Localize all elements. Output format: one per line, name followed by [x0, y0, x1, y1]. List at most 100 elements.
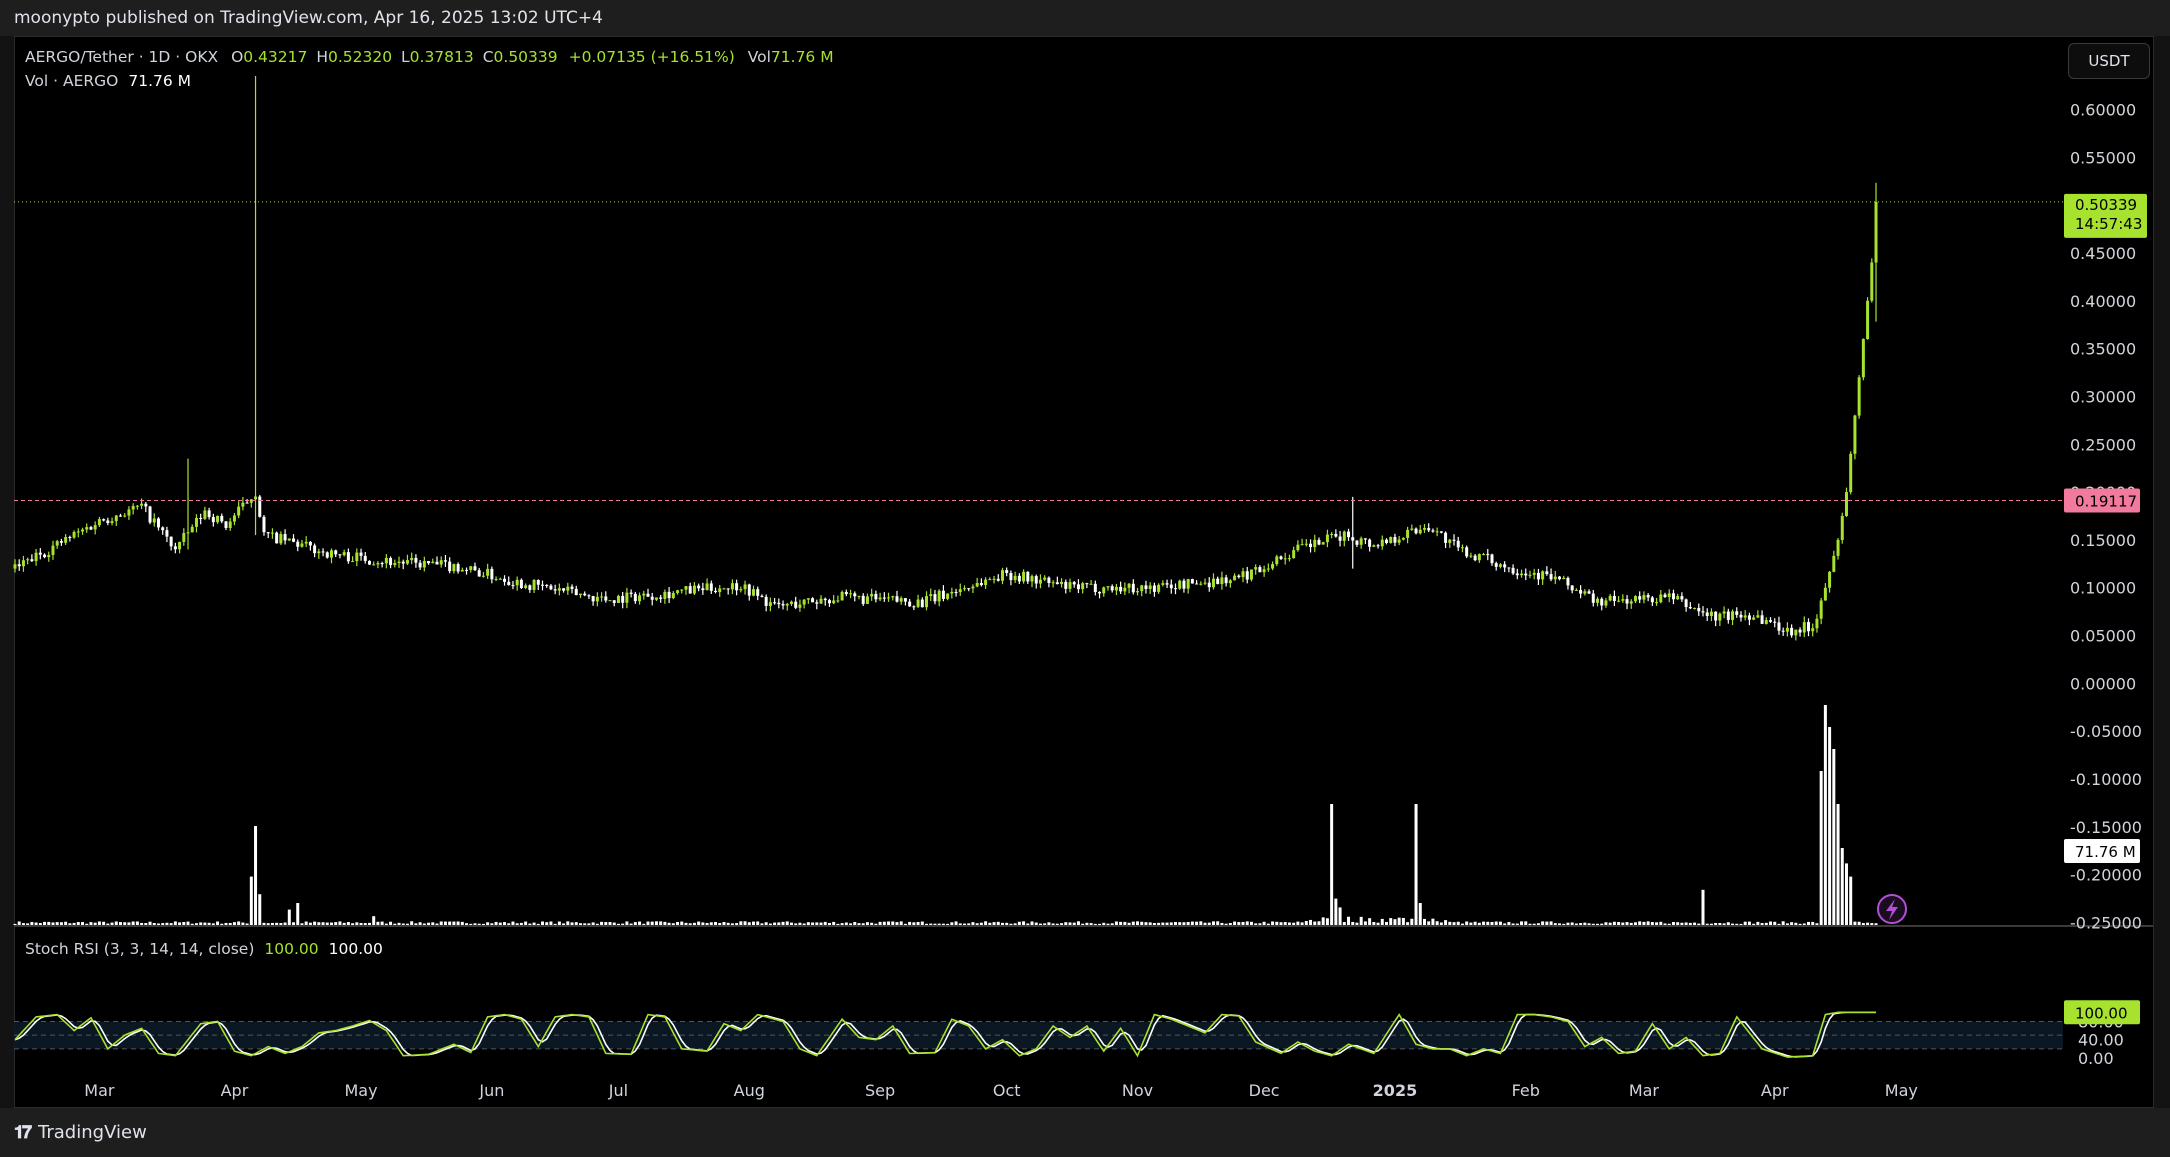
volume-bar: [1840, 848, 1844, 925]
volume-bar: [1195, 921, 1199, 925]
volume-bar: [1558, 923, 1562, 925]
volume-bar: [570, 922, 574, 925]
volume-bar: [1245, 921, 1249, 925]
price-tick-label: 0.45000: [2070, 244, 2136, 263]
candle-body: [359, 552, 363, 556]
volume-bar: [832, 921, 836, 925]
volume-bar: [165, 922, 169, 925]
volume-bar: [1574, 923, 1578, 925]
volume-bar: [642, 923, 646, 925]
volume-bar: [1857, 921, 1861, 925]
volume-bar: [1368, 918, 1372, 925]
candle-body: [1005, 570, 1009, 573]
candle-body: [292, 538, 296, 542]
volume-bar: [1013, 923, 1017, 925]
tradingview-logo-icon: 𝟏𝟕: [14, 1122, 32, 1143]
volume-bar: [81, 922, 85, 925]
candle-body: [1157, 584, 1161, 592]
candle-body: [1853, 415, 1857, 454]
volume-bar: [1781, 921, 1785, 925]
volume-bar: [1494, 921, 1498, 925]
candle-body: [1119, 586, 1123, 592]
volume-bar: [1667, 923, 1671, 925]
candle-body: [979, 582, 983, 586]
candle-body: [519, 579, 523, 589]
candle-body: [1186, 579, 1190, 589]
volume-bar: [971, 922, 975, 925]
candle-body: [1524, 573, 1528, 576]
volume-bar: [123, 922, 127, 925]
candle-body: [211, 517, 215, 523]
candle-body: [1507, 567, 1511, 569]
volume-bar: [718, 923, 722, 925]
candle-body: [507, 581, 511, 586]
candle-body: [701, 588, 705, 591]
candles: [13, 75, 1878, 641]
price-chart[interactable]: 0.600000.550000.500000.450000.400000.350…: [0, 0, 2170, 1157]
volume-bar: [389, 921, 393, 925]
candle-body: [984, 579, 988, 586]
candle-body: [638, 595, 642, 602]
volume-bar: [857, 923, 861, 925]
volume-bar: [477, 923, 481, 925]
volume-bar: [722, 921, 726, 925]
candle-body: [1608, 595, 1612, 601]
volume-bar: [1397, 917, 1401, 925]
time-axis: Mar Apr May Jun Jul Aug Sep Oct Nov Dec 2025 Feb Mar…: [84, 1081, 1918, 1100]
volume-bar: [1811, 921, 1815, 925]
volume-bar: [1490, 921, 1494, 925]
candle-body: [975, 582, 979, 587]
candle-body: [1431, 530, 1435, 532]
volume-bar: [55, 922, 59, 925]
currency-button[interactable]: USDT: [2068, 43, 2150, 79]
volume-bar: [937, 923, 941, 925]
candle-body: [127, 509, 131, 516]
volume-bar: [1355, 922, 1359, 925]
candle-body: [1823, 587, 1827, 601]
volume-bar: [1026, 923, 1030, 925]
candle-body: [1456, 540, 1460, 548]
volume-bar: [1460, 923, 1464, 925]
volume-bar: [1655, 922, 1659, 925]
candle-body: [785, 603, 789, 606]
volume-bar: [667, 922, 671, 925]
candle-body: [1747, 615, 1751, 620]
candle-body: [1625, 599, 1629, 604]
volume-bar: [1224, 923, 1228, 925]
volume-bar: [13, 923, 17, 925]
candle-body: [1060, 581, 1064, 585]
volume-bar: [933, 923, 937, 925]
tradingview-brand[interactable]: 𝟏𝟕 TradingView: [14, 1122, 147, 1143]
candle-body: [325, 552, 329, 558]
volume-bar: [127, 922, 131, 925]
candle-body: [418, 562, 422, 568]
candle-body: [1380, 539, 1384, 547]
candle-body: [1363, 538, 1367, 540]
candle-body: [460, 569, 464, 572]
volume-bar: [532, 922, 536, 925]
candle-body: [583, 593, 587, 596]
candle-body: [1731, 611, 1735, 620]
candle-body: [578, 593, 582, 596]
candle-body: [1477, 554, 1481, 561]
volume-bar: [1612, 921, 1616, 925]
candle-body: [85, 527, 89, 530]
volume-bar: [1334, 898, 1338, 925]
volume-bar: [308, 922, 312, 925]
candle-body: [1832, 555, 1836, 572]
candle-body: [178, 541, 182, 550]
volume-bar: [414, 923, 418, 925]
volume-bar: [1393, 919, 1397, 925]
volume-bar: [1503, 923, 1507, 925]
candle-body: [1359, 538, 1363, 545]
candle-body: [1309, 543, 1313, 548]
candle-body: [1258, 567, 1262, 573]
candle-body: [1114, 586, 1118, 591]
candle-body: [1051, 582, 1055, 584]
change-value: +0.07135 (+16.51%): [568, 48, 735, 66]
candle-body: [625, 592, 629, 603]
volume-bar: [714, 921, 718, 925]
candle-body: [237, 506, 241, 516]
vol-label: Vol: [747, 48, 771, 66]
volume-bar: [1123, 921, 1127, 925]
